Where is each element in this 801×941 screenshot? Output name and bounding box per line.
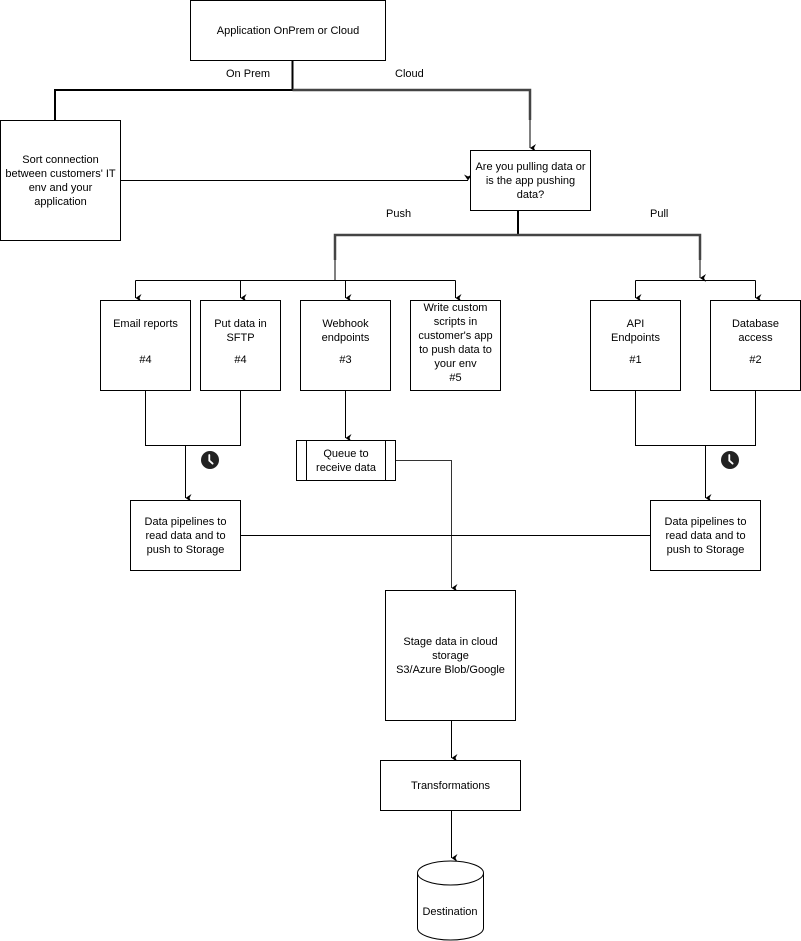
webhook-title: Webhook endpoints xyxy=(321,318,370,344)
queue-text: Queue to receive data xyxy=(316,447,376,474)
pipeline-left-text: Data pipelines to read data and to push … xyxy=(144,515,227,556)
node-queue[interactable]: Queue to receive data xyxy=(296,440,396,481)
node-sort-connection[interactable]: Sort connection between customers' IT en… xyxy=(0,120,121,241)
edge-cloud xyxy=(292,88,532,120)
node-stage-storage[interactable]: Stage data in cloud storage S3/Azure Blo… xyxy=(385,590,516,721)
edge-label-push: Push xyxy=(386,208,412,220)
clock-icon xyxy=(721,451,739,469)
edge-api-db-merge xyxy=(635,390,756,446)
api-tag: #1 xyxy=(629,354,642,366)
custom-scripts-tag: #5 xyxy=(449,372,462,384)
node-api-endpoints[interactable]: API Endpoints #1 xyxy=(590,300,681,391)
node-pull-or-push-question[interactable]: Are you pulling data or is the app pushi… xyxy=(470,150,591,211)
node-application-text: Application OnPrem or Cloud xyxy=(216,24,360,37)
node-sftp[interactable]: Put data in SFTP #4 xyxy=(200,300,281,391)
edge-label-pull: Pull xyxy=(650,208,669,220)
edge-email-sftp-merge xyxy=(145,390,241,446)
sftp-title: Put data in SFTP xyxy=(214,318,267,344)
node-question-text: Are you pulling data or is the app pushi… xyxy=(475,160,586,201)
node-database-access[interactable]: Database access #2 xyxy=(710,300,801,391)
stage-text-line2: S3/Azure Blob/Google xyxy=(396,664,505,676)
transformations-text: Transformations xyxy=(410,779,491,792)
edge-label-onprem: On Prem xyxy=(226,68,271,80)
sftp-tag: #4 xyxy=(234,354,247,366)
webhook-tag: #3 xyxy=(339,354,352,366)
destination-text: Destination xyxy=(422,906,478,918)
clock-icon xyxy=(201,451,219,469)
api-title: API Endpoints xyxy=(611,318,660,344)
node-pipeline-left[interactable]: Data pipelines to read data and to push … xyxy=(130,500,241,571)
node-transformations[interactable]: Transformations xyxy=(380,760,521,811)
queue-right-bar xyxy=(385,441,386,480)
edge-onprem xyxy=(54,89,293,120)
db-title: Database access xyxy=(731,318,780,344)
destination-cylinder xyxy=(417,860,484,941)
node-webhook-endpoints[interactable]: Webhook endpoints #3 xyxy=(300,300,391,391)
pipeline-right-text: Data pipelines to read data and to push … xyxy=(664,515,747,556)
stage-text-line1: Stage data in cloud storage xyxy=(403,636,498,662)
edge-queue-stage xyxy=(395,460,458,592)
node-custom-scripts[interactable]: Write custom scripts in customer's app t… xyxy=(410,300,501,391)
node-sort-connection-text: Sort connection between customers' IT en… xyxy=(5,153,116,208)
edge-label-cloud: Cloud xyxy=(395,68,424,80)
edge-pull xyxy=(518,233,702,260)
db-tag: #2 xyxy=(749,354,762,366)
email-reports-title: Email reports xyxy=(113,318,178,330)
custom-scripts-title: Write custom scripts in customer's app t… xyxy=(418,302,493,370)
edge-push xyxy=(333,233,518,260)
node-email-reports[interactable]: Email reports #4 xyxy=(100,300,191,391)
email-reports-tag: #4 xyxy=(139,354,152,366)
node-application[interactable]: Application OnPrem or Cloud xyxy=(190,0,386,61)
queue-left-bar xyxy=(306,441,307,480)
node-pipeline-right[interactable]: Data pipelines to read data and to push … xyxy=(650,500,761,571)
